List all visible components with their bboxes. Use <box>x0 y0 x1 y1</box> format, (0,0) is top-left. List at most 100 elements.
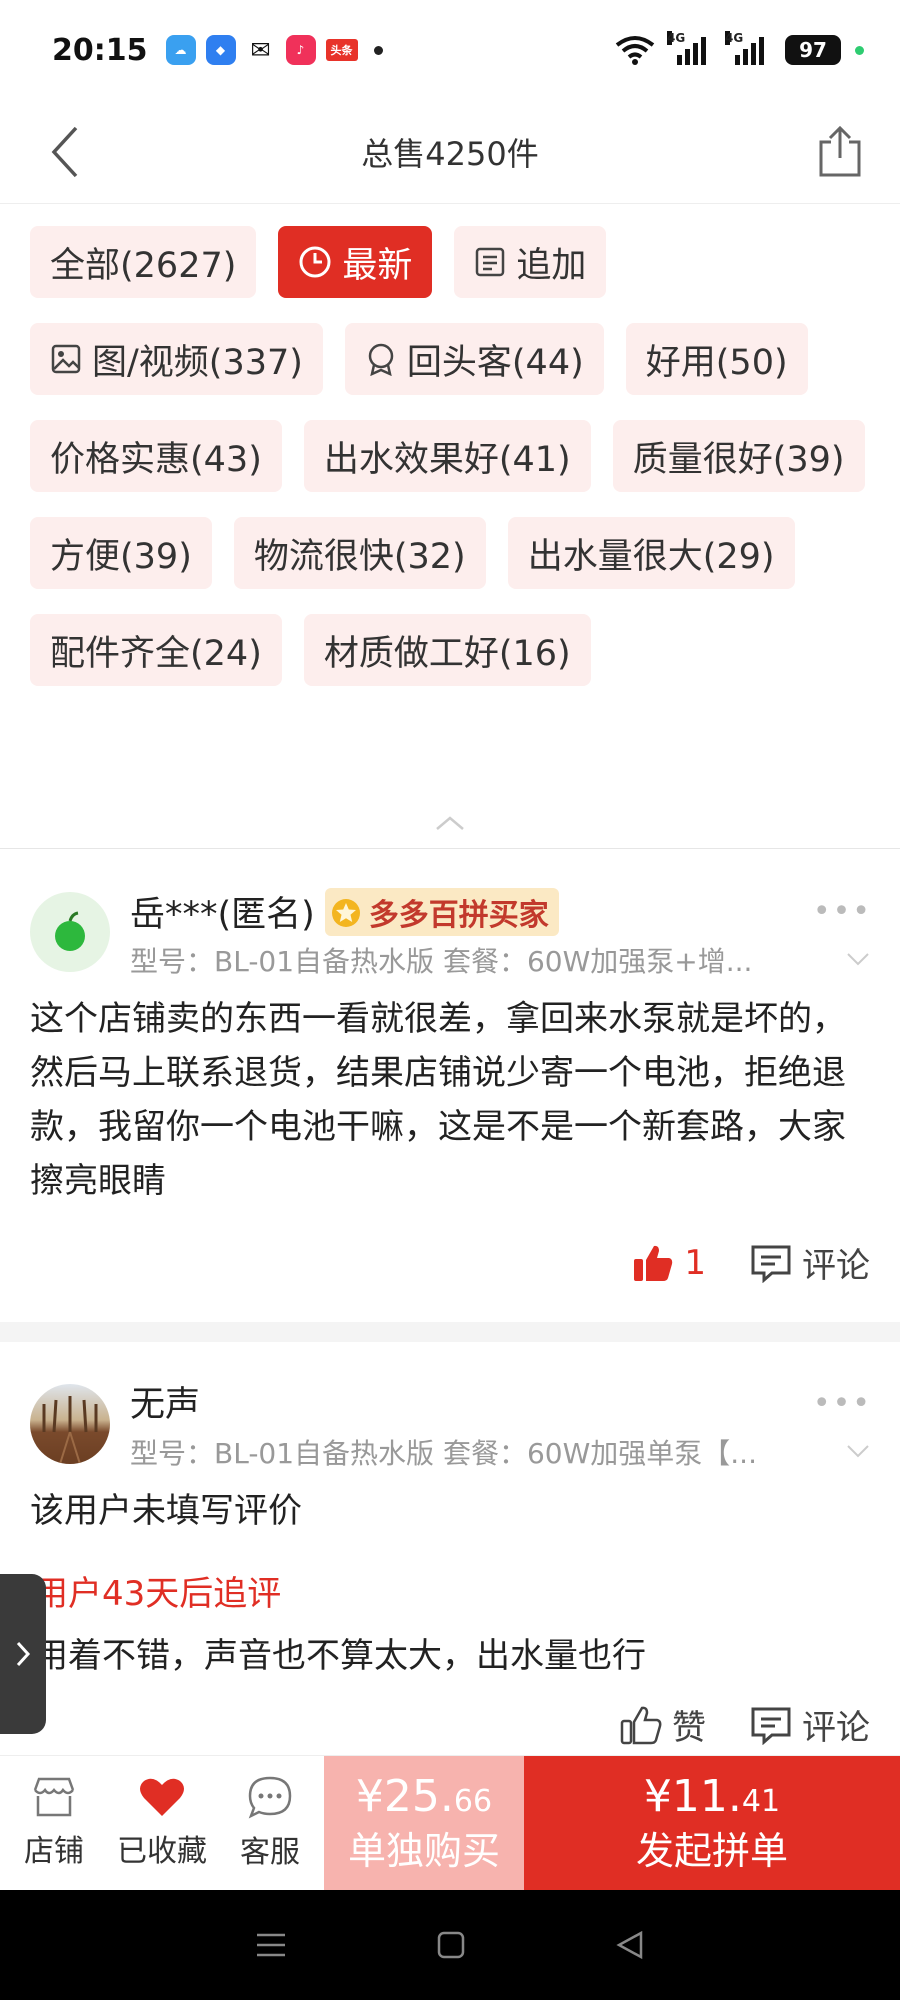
tag-label: 出水效果好(41) <box>323 439 571 480</box>
start-group-buy-button[interactable]: ¥11.41 发起拼单 <box>524 1756 900 1890</box>
menu-icon[interactable] <box>255 1931 287 1959</box>
favorite-label: 已收藏 <box>117 1834 207 1869</box>
tag-label: 材质做工好(16) <box>323 633 571 674</box>
purchase-bar: 店铺 已收藏 客服 ¥25.66 单独购买 ¥11.41 发起拼单 <box>0 1755 900 1890</box>
tag-label: 质量很好(39) <box>632 439 845 480</box>
apple-avatar-icon <box>55 911 85 951</box>
tag-filter[interactable]: 质量很好(39) <box>612 420 865 492</box>
thumbs-up-filled-icon <box>634 1245 673 1281</box>
signal-1-icon: 4G <box>667 31 713 65</box>
avatar-photo-image <box>42 1396 98 1464</box>
status-time: 20:15 <box>52 32 148 68</box>
store-icon <box>33 1777 75 1817</box>
tag-filter[interactable]: 配件齐全(24) <box>30 614 282 686</box>
tag-filter[interactable]: 回头客(44) <box>344 323 604 395</box>
like-button[interactable]: 赞 <box>620 1700 706 1749</box>
tag-filter[interactable]: 方便(39) <box>30 517 212 589</box>
like-button[interactable]: 1 <box>632 1243 706 1283</box>
chevron-down-icon[interactable] <box>846 952 870 966</box>
cloud-app-icon: ☁ <box>165 35 196 65</box>
page-title: 总售4250件 <box>361 134 539 173</box>
collapse-tags-button[interactable] <box>430 808 470 838</box>
tag-filter[interactable]: 出水量很大(29) <box>507 517 795 589</box>
customer-service-button[interactable]: 客服 <box>216 1756 324 1890</box>
chevron-right-icon <box>16 1641 31 1667</box>
followup-label: 用户43天后追评 <box>34 1574 282 1614</box>
tag-filter[interactable]: 好用(50) <box>625 323 808 395</box>
tag-filter[interactable]: 物流很快(32) <box>233 517 486 589</box>
medal-star-icon <box>331 898 360 927</box>
share-button[interactable] <box>810 120 870 184</box>
tag-filter[interactable]: 全部(2627) <box>30 226 257 298</box>
chevron-down-icon[interactable] <box>846 1444 870 1458</box>
chat-bubble-icon <box>248 1776 292 1819</box>
reviewer-name: 岳***(匿名) 多多百拼买家 <box>130 886 559 937</box>
avatar[interactable] <box>30 892 110 972</box>
reviewer-name-text: 岳***(匿名) <box>130 895 315 935</box>
back-button[interactable] <box>40 122 90 182</box>
favorite-button[interactable]: 已收藏 <box>108 1756 216 1890</box>
comment-label: 评论 <box>802 1708 870 1748</box>
tag-filter[interactable]: 出水效果好(41) <box>303 420 591 492</box>
tag-label: 好用(50) <box>645 342 788 383</box>
page-header: 总售4250件 <box>0 100 900 204</box>
buyer-badge: 多多百拼买家 <box>324 887 559 936</box>
product-spec[interactable]: 型号：BL-01自备热水版 套餐：60W加强泵+增... <box>130 940 870 980</box>
toutiao-app-icon: 头条 <box>325 39 358 61</box>
tag-label: 物流很快(32) <box>253 536 466 577</box>
comment-icon <box>751 1707 791 1745</box>
music-app-icon: ♪ <box>285 35 316 65</box>
tag-label: 回头客(44) <box>406 342 584 383</box>
list-icon <box>474 246 506 278</box>
tag-filter[interactable]: 追加 <box>454 226 607 298</box>
tag-filter[interactable]: 价格实惠(43) <box>30 420 282 492</box>
tag-label: 价格实惠(43) <box>50 439 262 480</box>
comment-icon <box>751 1245 791 1283</box>
single-price: ¥25.66 <box>355 1770 493 1822</box>
home-icon[interactable] <box>436 1930 466 1960</box>
product-spec-text: 型号：BL-01自备热水版 套餐：60W加强单泵【... <box>130 1437 757 1470</box>
more-options-icon[interactable]: ••• <box>813 1386 872 1421</box>
share-icon <box>819 126 861 177</box>
battery-indicator: 97 <box>785 35 841 65</box>
buy-alone-label: 单独购买 <box>347 1828 500 1873</box>
privacy-dot <box>855 45 864 55</box>
group-price: ¥11.41 <box>643 1770 781 1822</box>
tag-label: 出水量很大(29) <box>527 536 775 577</box>
tag-label: 追加 <box>516 245 587 286</box>
heart-filled-icon <box>140 1778 184 1816</box>
tag-filter[interactable]: 材质做工好(16) <box>303 614 591 686</box>
like-count: 1 <box>684 1242 706 1283</box>
store-button[interactable]: 店铺 <box>0 1756 108 1890</box>
wifi-icon <box>615 36 655 65</box>
chevron-left-icon <box>51 126 78 178</box>
tag-filter[interactable]: 图/视频(337) <box>30 323 323 395</box>
tag-label: 配件齐全(24) <box>50 633 262 674</box>
side-expand-handle[interactable] <box>0 1574 46 1734</box>
service-label: 客服 <box>240 1835 300 1870</box>
product-spec-text: 型号：BL-01自备热水版 套餐：60W加强泵+增... <box>130 945 753 978</box>
tag-label: 全部(2627) <box>50 245 237 286</box>
tag-label: 图/视频(337) <box>92 342 303 383</box>
review-actions: 赞 评论 <box>620 1700 870 1749</box>
status-notification-icons: ☁ ◆ ✉ ♪ 头条 <box>165 35 383 65</box>
reviewer-name: 无声 <box>130 1376 200 1427</box>
buy-alone-button[interactable]: ¥25.66 单独购买 <box>324 1756 524 1890</box>
tag-label: 方便(39) <box>50 536 192 577</box>
review-text: 该用户未填写评价 <box>30 1491 302 1531</box>
product-spec[interactable]: 型号：BL-01自备热水版 套餐：60W加强单泵【... <box>130 1432 870 1472</box>
chevron-up-icon <box>436 816 464 830</box>
followup-text: 用着不错，声音也不算太大，出水量也行 <box>34 1636 646 1676</box>
comment-button[interactable]: 评论 <box>750 1238 870 1287</box>
tag-filter[interactable]: 最新 <box>278 226 433 298</box>
like-label: 赞 <box>672 1708 706 1748</box>
more-options-icon[interactable]: ••• <box>813 894 872 929</box>
review-tag-filters: 全部(2627) 最新 追加图/视频(337) 回头客(44) 好用(50) 价格实惠(4… <box>30 226 880 686</box>
clock-icon <box>298 245 332 279</box>
back-triangle-icon[interactable] <box>615 1930 645 1960</box>
status-bar: 20:15 ☁ ◆ ✉ ♪ 头条 4G 4G 97 <box>0 0 900 100</box>
image-icon <box>50 343 82 375</box>
signal-2-icon: 4G <box>725 31 771 65</box>
comment-button[interactable]: 评论 <box>750 1700 870 1749</box>
avatar[interactable] <box>30 1384 110 1464</box>
